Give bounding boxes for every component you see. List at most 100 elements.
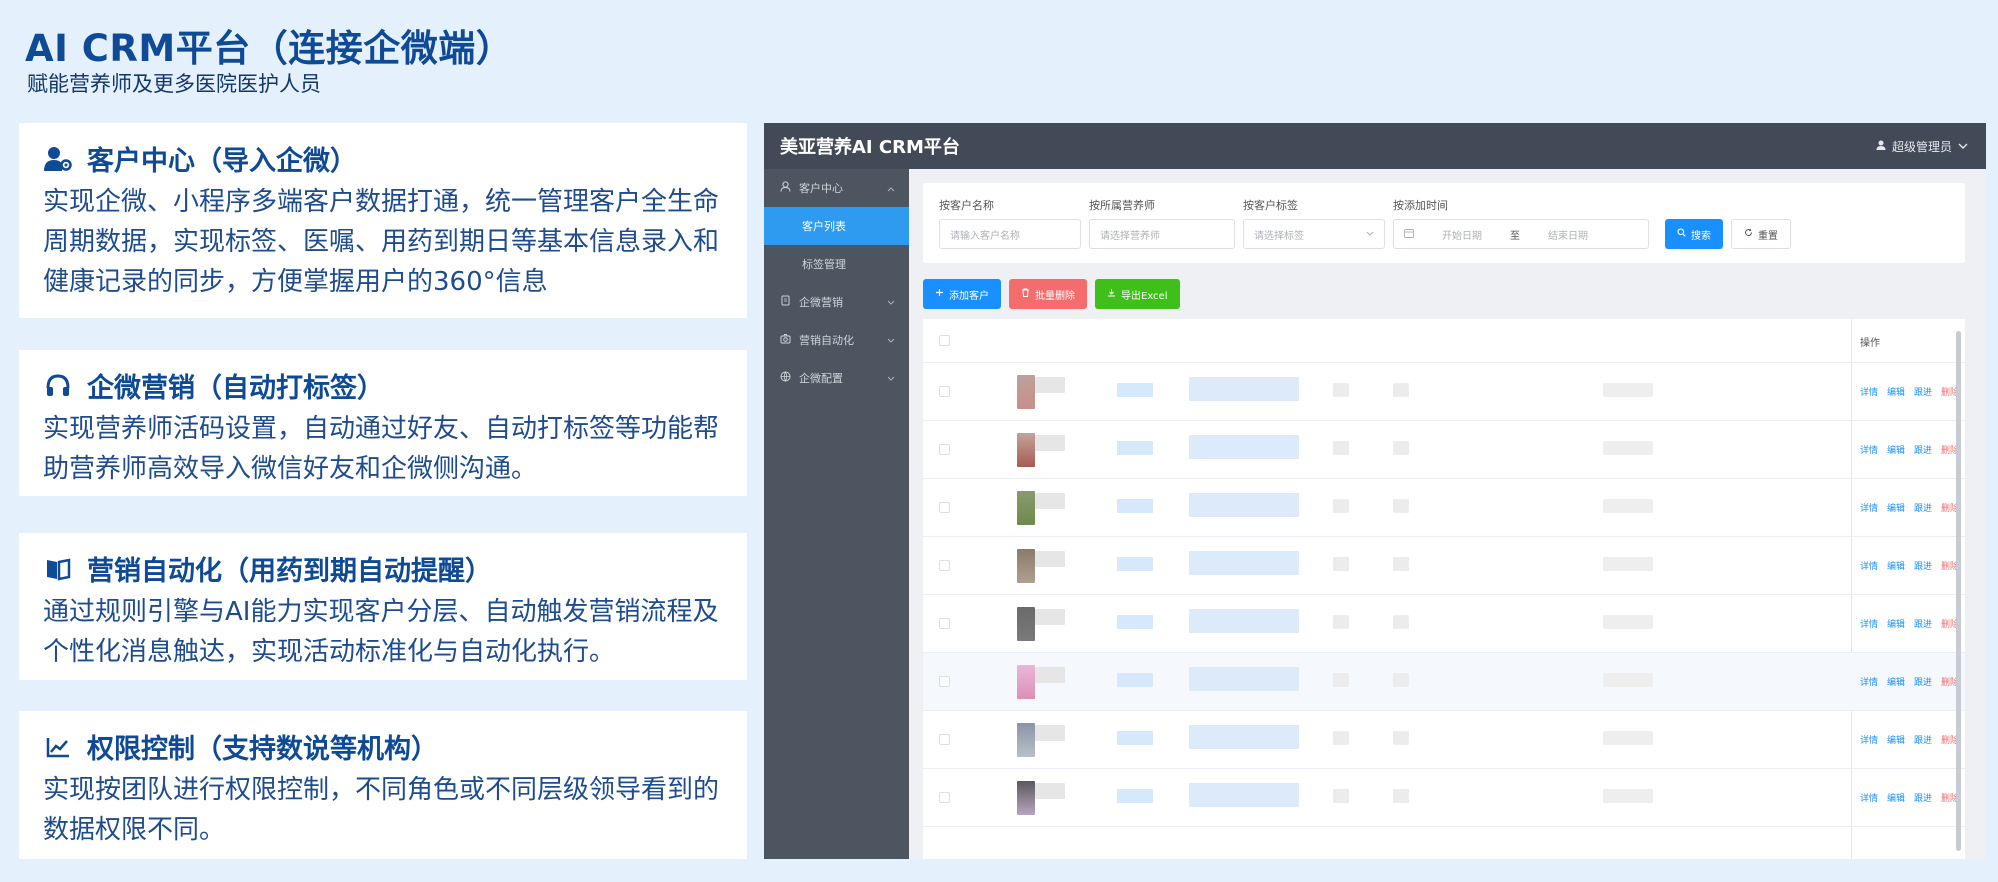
table-row: 详情 编辑 跟进 删除 [923, 537, 1965, 595]
page-subtitle: 赋能营养师及更多医院医护人员 [27, 72, 321, 96]
follow-up-link[interactable]: 跟进 [1914, 791, 1932, 804]
export-excel-button[interactable]: 导出Excel [1095, 279, 1180, 309]
detail-link[interactable]: 详情 [1860, 501, 1878, 514]
search-button[interactable]: 搜索 [1665, 219, 1723, 249]
sidebar-item-tag-management[interactable]: 标签管理 [764, 245, 909, 283]
edit-link[interactable]: 编辑 [1887, 733, 1905, 746]
date-range-picker[interactable]: 开始日期 至 结束日期 [1393, 219, 1649, 249]
follow-up-link[interactable]: 跟进 [1914, 559, 1932, 572]
row-checkbox[interactable] [939, 734, 950, 745]
follow-up-link[interactable]: 跟进 [1914, 501, 1932, 514]
user-icon [780, 181, 791, 195]
customer-name-input[interactable]: 请输入客户名称 [939, 219, 1081, 249]
refresh-icon [1744, 228, 1753, 240]
sidebar-item-wecom-marketing[interactable]: 企微营销 [764, 283, 909, 321]
book-icon [43, 554, 73, 584]
row-checkbox[interactable] [939, 502, 950, 513]
sidebar-item-customer-center[interactable]: 客户中心 [764, 169, 909, 207]
follow-up-link[interactable]: 跟进 [1914, 617, 1932, 630]
filter-label: 按客户名称 [939, 199, 994, 212]
edit-link[interactable]: 编辑 [1887, 617, 1905, 630]
detail-link[interactable]: 详情 [1860, 733, 1878, 746]
edit-link[interactable]: 编辑 [1887, 501, 1905, 514]
app-header: 美亚营养AI CRM平台 超级管理员 [764, 123, 1986, 169]
user-gear-icon [43, 144, 73, 174]
nutritionist-select[interactable]: 请选择营养师 [1089, 219, 1235, 249]
blurred-cell [1333, 615, 1349, 629]
range-separator: 至 [1510, 230, 1520, 242]
globe-icon [780, 371, 791, 385]
user-name: 超级管理员 [1891, 139, 1952, 154]
sidebar-item-customer-list[interactable]: 客户列表 [764, 207, 909, 245]
detail-link[interactable]: 详情 [1860, 443, 1878, 456]
blurred-avatar [1017, 781, 1035, 815]
user-menu[interactable]: 超级管理员 [1876, 138, 1968, 155]
follow-up-link[interactable]: 跟进 [1914, 733, 1932, 746]
blurred-cell [1117, 441, 1153, 455]
placeholder-text: 请输入客户名称 [950, 230, 1020, 242]
blurred-name [1035, 551, 1065, 567]
row-actions: 详情 编辑 跟进 删除 [1860, 733, 1959, 746]
feature-card-marketing: 企微营销（自动打标签） 实现营养师活码设置，自动通过好友、自动打标签等功能帮助营… [19, 350, 747, 496]
blurred-cell [1603, 557, 1653, 571]
blurred-cell [1333, 731, 1349, 745]
row-checkbox[interactable] [939, 560, 950, 571]
sidebar-item-wecom-config[interactable]: 企微配置 [764, 359, 909, 397]
add-customer-button[interactable]: 添加客户 [923, 279, 1001, 309]
filter-customer-name: 按客户名称 请输入客户名称 [939, 197, 1081, 249]
detail-link[interactable]: 详情 [1860, 617, 1878, 630]
download-icon [1107, 288, 1116, 300]
row-checkbox[interactable] [939, 386, 950, 397]
detail-link[interactable]: 详情 [1860, 559, 1878, 572]
blurred-name [1035, 435, 1065, 451]
row-checkbox[interactable] [939, 792, 950, 803]
detail-link[interactable]: 详情 [1860, 385, 1878, 398]
chevron-down-icon [887, 296, 895, 309]
app-title: 美亚营养AI CRM平台 [780, 137, 960, 158]
feature-card-customer: 客户中心（导入企微） 实现企微、小程序多端客户数据打通，统一管理客户全生命周期数… [19, 123, 747, 318]
edit-link[interactable]: 编辑 [1887, 791, 1905, 804]
row-checkbox[interactable] [939, 676, 950, 687]
blurred-avatar [1017, 375, 1035, 409]
filter-panel: 按客户名称 请输入客户名称 按所属营养师 请选择营养师 按客户标签 请选择标签 [923, 183, 1965, 263]
camera-icon [780, 333, 791, 347]
table-scrollbar[interactable] [1956, 331, 1961, 851]
reset-button[interactable]: 重置 [1731, 219, 1791, 249]
batch-delete-button[interactable]: 批量删除 [1009, 279, 1087, 309]
detail-link[interactable]: 详情 [1860, 791, 1878, 804]
filter-label: 按所属营养师 [1089, 199, 1155, 212]
chevron-up-icon [887, 182, 895, 195]
row-actions: 详情 编辑 跟进 删除 [1860, 617, 1959, 630]
table-row: 详情 编辑 跟进 删除 [923, 711, 1965, 769]
start-date: 开始日期 [1442, 230, 1482, 242]
filter-nutritionist: 按所属营养师 请选择营养师 [1089, 197, 1235, 249]
select-all-checkbox[interactable] [939, 335, 950, 346]
blurred-cell [1189, 667, 1299, 691]
sidebar: 客户中心 客户列表 标签管理 企微营销 营销自动化 企微配置 [764, 169, 909, 859]
filter-label: 按添加时间 [1393, 199, 1448, 212]
sidebar-item-label: 营销自动化 [799, 334, 854, 347]
edit-link[interactable]: 编辑 [1887, 443, 1905, 456]
follow-up-link[interactable]: 跟进 [1914, 443, 1932, 456]
sidebar-item-marketing-automation[interactable]: 营销自动化 [764, 321, 909, 359]
feature-title: 权限控制（支持数说等机构） [87, 734, 438, 765]
chevron-down-icon [1366, 229, 1374, 240]
blurred-cell [1117, 615, 1153, 629]
edit-link[interactable]: 编辑 [1887, 559, 1905, 572]
row-actions: 详情 编辑 跟进 删除 [1860, 791, 1959, 804]
headset-icon [43, 371, 73, 401]
blurred-cell [1393, 499, 1409, 513]
row-checkbox[interactable] [939, 444, 950, 455]
edit-link[interactable]: 编辑 [1887, 385, 1905, 398]
row-checkbox[interactable] [939, 618, 950, 629]
blurred-avatar [1017, 491, 1035, 525]
sidebar-item-label: 标签管理 [802, 258, 846, 271]
blurred-avatar [1017, 665, 1035, 699]
follow-up-link[interactable]: 跟进 [1914, 675, 1932, 688]
detail-link[interactable]: 详情 [1860, 675, 1878, 688]
follow-up-link[interactable]: 跟进 [1914, 385, 1932, 398]
edit-link[interactable]: 编辑 [1887, 675, 1905, 688]
tag-select[interactable]: 请选择标签 [1243, 219, 1385, 249]
search-button-label: 搜索 [1691, 230, 1711, 242]
feature-card-automation: 营销自动化（用药到期自动提醒） 通过规则引擎与AI能力实现客户分层、自动触发营销… [19, 533, 747, 680]
